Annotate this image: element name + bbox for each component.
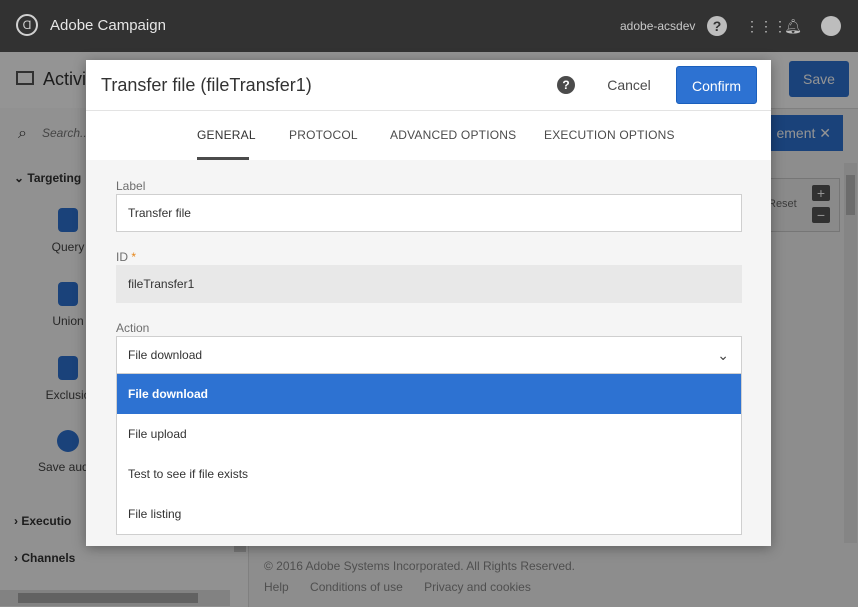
dialog-header: Transfer file (fileTransfer1) ? Cancel C… [86, 60, 771, 111]
help-icon[interactable]: ? [707, 16, 727, 36]
action-option-file-upload[interactable]: File upload [117, 414, 741, 454]
action-field-label: Action [116, 321, 150, 335]
action-option-file-download[interactable]: File download [117, 374, 741, 414]
adobe-logo-icon[interactable]: Ɑ [16, 14, 38, 36]
tab-protocol[interactable]: PROTOCOL [289, 128, 358, 142]
chevron-down-icon: ⌄ [717, 347, 729, 363]
label-input[interactable]: Transfer file [116, 194, 742, 232]
action-dropdown-list: File download File upload Test to see if… [116, 373, 742, 535]
top-bar: Ɑ Adobe Campaign adobe-acsdev ? ⋮⋮⋮ 🔔︎ [0, 0, 858, 52]
tab-execution-options[interactable]: EXECUTION OPTIONS [544, 128, 675, 142]
cancel-button[interactable]: Cancel [596, 70, 662, 100]
dialog-title: Transfer file (fileTransfer1) [101, 75, 312, 95]
confirm-button[interactable]: Confirm [676, 66, 757, 104]
app-name[interactable]: Adobe Campaign [50, 17, 166, 34]
tab-general[interactable]: GENERAL [197, 128, 256, 142]
id-input: fileTransfer1 [116, 265, 742, 303]
id-label-text: ID [116, 250, 128, 264]
user-name[interactable]: adobe-acsdev [620, 19, 695, 33]
label-field-label: Label [116, 179, 146, 193]
action-select-value: File download [128, 348, 203, 362]
bell-icon[interactable]: 🔔︎ [783, 16, 803, 36]
avatar-icon[interactable] [821, 16, 841, 36]
action-select[interactable]: File download ⌄ [116, 336, 742, 374]
dialog-tabs: GENERAL PROTOCOL ADVANCED OPTIONS EXECUT… [86, 110, 771, 161]
tab-advanced-options[interactable]: ADVANCED OPTIONS [390, 128, 516, 142]
apps-grid-icon[interactable]: ⋮⋮⋮ [745, 16, 787, 36]
help-icon[interactable]: ? [557, 76, 575, 94]
transfer-file-dialog: Transfer file (fileTransfer1) ? Cancel C… [86, 60, 771, 546]
id-field-label: ID * [116, 250, 136, 264]
action-option-file-listing[interactable]: File listing [117, 494, 741, 534]
required-mark: * [131, 250, 137, 264]
action-option-test-file-exists[interactable]: Test to see if file exists [117, 454, 741, 494]
